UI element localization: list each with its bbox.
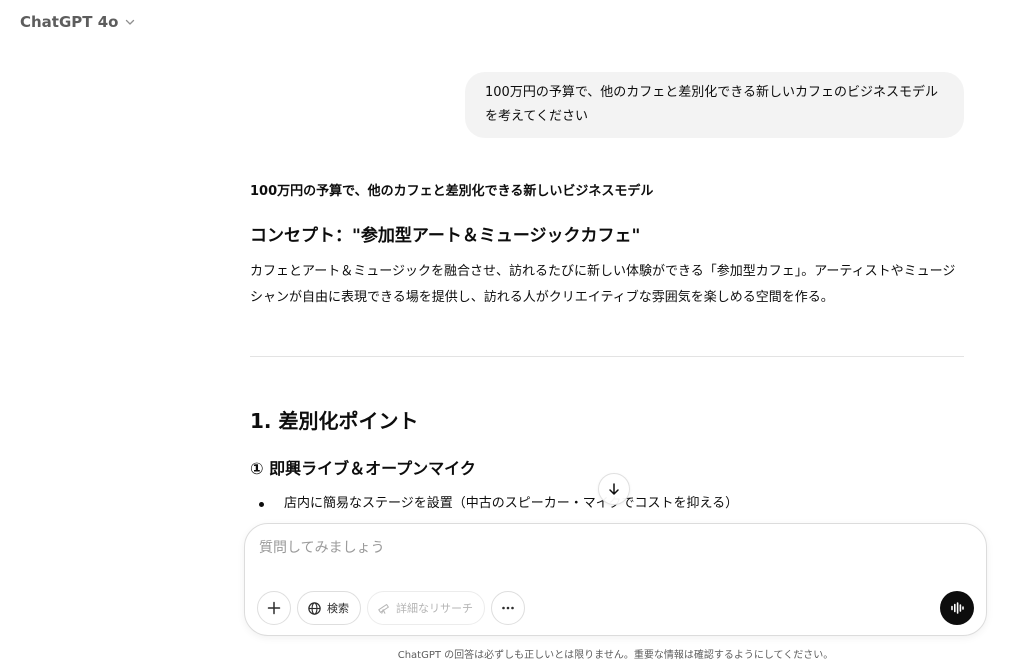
chevron-down-icon <box>124 16 136 28</box>
concept-heading: コンセプト："参加型アート＆ミュージックカフェ" <box>250 226 641 246</box>
user-message: 100万円の予算で、他のカフェと差別化できる新しいカフェのビジネスモデルを考えて… <box>465 72 964 138</box>
more-tools-button[interactable] <box>491 591 525 625</box>
composer-toolbar: 検索 詳細なリサーチ <box>257 591 525 625</box>
prompt-input[interactable] <box>259 535 859 561</box>
list-item: 店内に簡易なステージを設置（中古のスピーカー・マイクでコストを抑える） <box>250 494 738 514</box>
search-button-label: 検索 <box>327 602 349 615</box>
response-subtitle: 100万円の予算で、他のカフェと差別化できる新しいビジネスモデル <box>250 184 654 199</box>
plus-icon <box>266 600 282 616</box>
search-button[interactable]: 検索 <box>297 591 361 625</box>
section-heading: 1. 差別化ポイント <box>250 409 419 433</box>
voice-mode-button[interactable] <box>940 591 974 625</box>
message-composer: 検索 詳細なリサーチ <box>244 523 987 636</box>
attach-button[interactable] <box>257 591 291 625</box>
list-item-text: 店内に簡易なステージを設置（中古のスピーカー・マイクでコストを抑える） <box>284 496 739 511</box>
subsection-heading: ① 即興ライブ＆オープンマイク <box>250 459 476 478</box>
concept-description: カフェとアート＆ミュージックを融合させ、訪れるたびに新しい体験ができる「参加型カ… <box>250 264 956 305</box>
deep-research-button-label: 詳細なリサーチ <box>396 602 473 615</box>
telescope-icon <box>377 601 391 615</box>
voice-waveform-icon <box>949 600 965 616</box>
arrow-down-icon <box>607 482 621 496</box>
model-switcher[interactable]: ChatGPT 4o <box>20 10 136 34</box>
more-horizontal-icon <box>500 600 516 616</box>
section-divider <box>250 356 964 357</box>
disclaimer-text: ChatGPT の回答は必ずしも正しいとは限りません。重要な情報は確認するように… <box>397 650 834 661</box>
deep-research-button[interactable]: 詳細なリサーチ <box>367 591 485 625</box>
scroll-to-bottom-button[interactable] <box>598 473 630 505</box>
globe-icon <box>307 601 322 616</box>
bullet-dot <box>259 501 264 507</box>
model-name: ChatGPT 4o <box>20 13 119 31</box>
